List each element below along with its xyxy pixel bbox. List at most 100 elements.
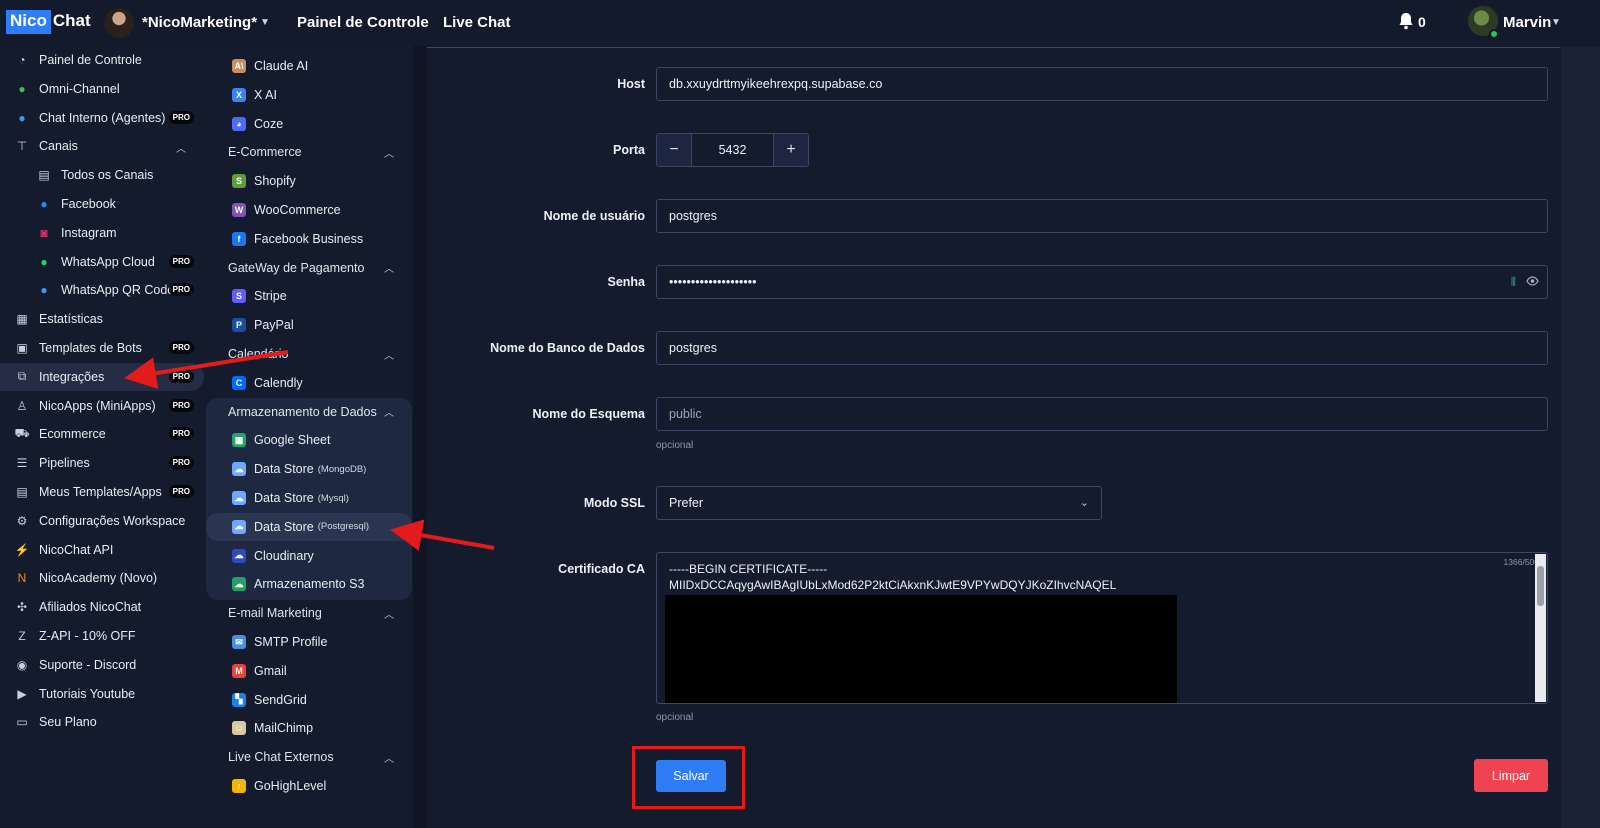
group-header-live-chat-externos[interactable]: Live Chat Externos ︿ xyxy=(206,743,412,771)
ca-certificate-textarea[interactable]: 1366/500 -----BEGIN CERTIFICATE----- MII… xyxy=(656,552,1548,704)
nav-painel-de-controle[interactable]: Painel de Controle xyxy=(297,14,429,31)
chevron-up-icon[interactable]: ︿ xyxy=(384,404,394,419)
sidebar-item-integra-es[interactable]: ⧉ Integrações PRO xyxy=(0,362,204,391)
port-increment-button[interactable]: + xyxy=(774,134,808,166)
clear-button[interactable]: Limpar xyxy=(1474,759,1548,792)
integration-label: Facebook Business xyxy=(254,231,364,246)
integration-item-x-ai[interactable]: X X AI xyxy=(206,81,412,109)
integration-item-paypal[interactable]: P PayPal xyxy=(206,311,412,339)
chevron-up-icon[interactable]: ︿ xyxy=(384,260,394,275)
sidebar-item-whatsapp-qr-code[interactable]: ● WhatsApp QR Code PRO xyxy=(0,276,204,304)
password-input[interactable]: •••••••••••••••••••• ⦀ xyxy=(656,265,1548,299)
username-label: Nome de usuário xyxy=(543,209,645,223)
template-icon: ▣ xyxy=(16,341,28,355)
database-name-input[interactable]: postgres xyxy=(656,331,1548,365)
sidebar-item-facebook[interactable]: ● Facebook xyxy=(0,190,204,218)
workspace-caret-icon[interactable]: ▼ xyxy=(260,17,270,28)
chevron-up-icon[interactable]: ︿ xyxy=(384,606,394,621)
sidebar-item-templates-de-bots[interactable]: ▣ Templates de Bots PRO xyxy=(0,334,204,362)
chevron-up-icon[interactable]: ︿ xyxy=(384,347,394,362)
discord-icon: ◉ xyxy=(16,657,28,672)
sidebar-item-meus-templates-apps[interactable]: ▤ Meus Templates/Apps PRO xyxy=(0,478,204,506)
integration-item-data-store-postgresql[interactable]: ☁ Data Store (Postgresql) xyxy=(206,512,412,541)
integration-item-calendly[interactable]: C Calendly xyxy=(206,369,412,397)
integration-item-armazenamento-s3[interactable]: ☁ Armazenamento S3 xyxy=(206,570,412,598)
chevron-up-icon[interactable]: ︿ xyxy=(384,750,394,765)
integration-item-gohighlevel[interactable]: ↑ GoHighLevel xyxy=(206,772,412,800)
integration-item-gmail[interactable]: M Gmail xyxy=(206,657,412,685)
sidebar-item-todos-os-canais[interactable]: ▤ Todos os Canais xyxy=(0,161,204,189)
sidebar-item-ecommerce[interactable]: ⛟ Ecommerce PRO xyxy=(0,420,204,448)
scrollbar-thumb[interactable] xyxy=(1537,566,1544,606)
sidebar-item-pipelines[interactable]: ☰ Pipelines PRO xyxy=(0,449,204,477)
save-button[interactable]: Salvar xyxy=(656,760,726,792)
sidebar-item-tutoriais-youtube[interactable]: ▶ Tutoriais Youtube xyxy=(0,680,204,708)
integration-item-woocommerce[interactable]: W WooCommerce xyxy=(206,196,412,224)
chevron-up-icon[interactable]: ︿ xyxy=(176,140,186,155)
group-header-armazenamento-de-dados[interactable]: Armazenamento de Dados ︿ xyxy=(206,398,412,426)
eye-icon[interactable] xyxy=(1526,275,1539,290)
port-decrement-button[interactable]: − xyxy=(657,134,691,166)
host-input[interactable]: db.xxuydrttmyikeehrexpq.supabase.co xyxy=(656,67,1548,101)
integration-item-coze[interactable]: ◕ Coze xyxy=(206,110,412,138)
integration-sublabel: (Postgresql) xyxy=(317,521,369,533)
port-input[interactable]: 5432 xyxy=(691,134,774,166)
sidebar-item-chat-interno-agentes[interactable]: ● Chat Interno (Agentes) PRO xyxy=(0,104,204,132)
sidebar-item-z-api-10-off[interactable]: Z Z-API - 10% OFF xyxy=(0,622,204,650)
page-scrollbar[interactable] xyxy=(1561,46,1600,828)
sidebar-item-whatsapp-cloud[interactable]: ● WhatsApp Cloud PRO xyxy=(0,248,204,276)
sidebar-item-configura-es-workspace[interactable]: ⚙ Configurações Workspace xyxy=(0,507,204,535)
integration-item-stripe[interactable]: S Stripe xyxy=(206,282,412,310)
sidebar-item-canais[interactable]: ⊤ Canais ︿ xyxy=(0,132,204,160)
nav-live-chat[interactable]: Live Chat xyxy=(443,14,511,31)
sidebar-item-instagram[interactable]: ◙ Instagram xyxy=(0,219,204,247)
integration-sublabel: (Mysql) xyxy=(317,492,349,504)
ssl-mode-label: Modo SSL xyxy=(583,496,645,510)
group-header-e-commerce[interactable]: E-Commerce ︿ xyxy=(206,138,412,166)
integration-item-data-store-mysql[interactable]: ☁ Data Store (Mysql) xyxy=(206,484,412,512)
schema-hint: opcional xyxy=(656,440,694,451)
username-input[interactable]: postgres xyxy=(656,199,1548,233)
ssl-mode-select[interactable]: Prefer ⌄ xyxy=(656,486,1102,520)
nicochat-logo[interactable]: Nico Chat xyxy=(6,10,93,34)
gear-icon: ⚙ xyxy=(16,513,28,528)
integration-item-facebook-business[interactable]: f Facebook Business xyxy=(206,225,412,253)
sidebar-item-nicoacademy-novo[interactable]: N NicoAcademy (Novo) xyxy=(0,564,204,592)
integration-item-claude-ai[interactable]: A\ Claude AI xyxy=(206,52,412,80)
integration-item-cloudinary[interactable]: ☁ Cloudinary xyxy=(206,542,412,570)
workspace-name[interactable]: *NicoMarketing* xyxy=(142,14,257,31)
shopify-icon: S xyxy=(232,174,246,189)
pro-badge: PRO xyxy=(168,341,194,354)
sidebar-item-label: WhatsApp Cloud xyxy=(61,254,155,269)
integration-item-data-store-mongodb[interactable]: ☁ Data Store (MongoDB) xyxy=(206,455,412,483)
sidebar-item-estat-sticas[interactable]: ▦ Estatísticas xyxy=(0,305,204,333)
group-header-gateway-de-pagamento[interactable]: GateWay de Pagamento ︿ xyxy=(206,254,412,282)
sidebar-item-suporte-discord[interactable]: ◉ Suporte - Discord xyxy=(0,651,204,679)
sidebar-item-afiliados-nicochat[interactable]: ✣ Afiliados NicoChat xyxy=(0,593,204,621)
password-manager-icon[interactable]: ⦀ xyxy=(1511,275,1516,290)
workspace-avatar[interactable] xyxy=(104,8,134,38)
integration-item-sendgrid[interactable]: ▚ SendGrid xyxy=(206,686,412,714)
messenger-icon: ● xyxy=(40,197,48,211)
sidebar-item-nicochat-api[interactable]: ⚡ NicoChat API xyxy=(0,536,204,564)
chevron-up-icon[interactable]: ︿ xyxy=(384,145,394,160)
group-header-calend-rio[interactable]: Calendário ︿ xyxy=(206,340,412,368)
user-name[interactable]: Marvin xyxy=(1503,14,1551,31)
group-header-e-mail-marketing[interactable]: E-mail Marketing ︿ xyxy=(206,599,412,627)
sidebar-item-seu-plano[interactable]: ▭ Seu Plano xyxy=(0,708,204,736)
sidebar-item-nicoapps-miniapps[interactable]: ♙ NicoApps (MiniApps) PRO xyxy=(0,392,204,420)
integration-label: Calendly xyxy=(254,375,303,390)
sidebar-item-painel-de-controle[interactable]: ◔ Painel de Controle xyxy=(0,46,204,74)
integration-item-google-sheet[interactable]: ▦ Google Sheet xyxy=(206,426,412,454)
group-header-label: E-mail Marketing xyxy=(228,606,322,621)
integration-item-smtp-profile[interactable]: ✉ SMTP Profile xyxy=(206,628,412,656)
sidebar-item-omni-channel[interactable]: ● Omni-Channel xyxy=(0,75,204,103)
textarea-scrollbar[interactable] xyxy=(1535,554,1546,702)
user-menu-caret-icon[interactable]: ▼ xyxy=(1551,17,1561,28)
group-header-label: Live Chat Externos xyxy=(228,750,334,765)
integration-item-mailchimp[interactable]: ☺ MailChimp xyxy=(206,714,412,742)
integration-item-shopify[interactable]: S Shopify xyxy=(206,167,412,195)
integrations-icon: ⧉ xyxy=(17,369,27,384)
bell-icon[interactable] xyxy=(1398,12,1414,35)
schema-input[interactable]: public xyxy=(656,397,1548,431)
